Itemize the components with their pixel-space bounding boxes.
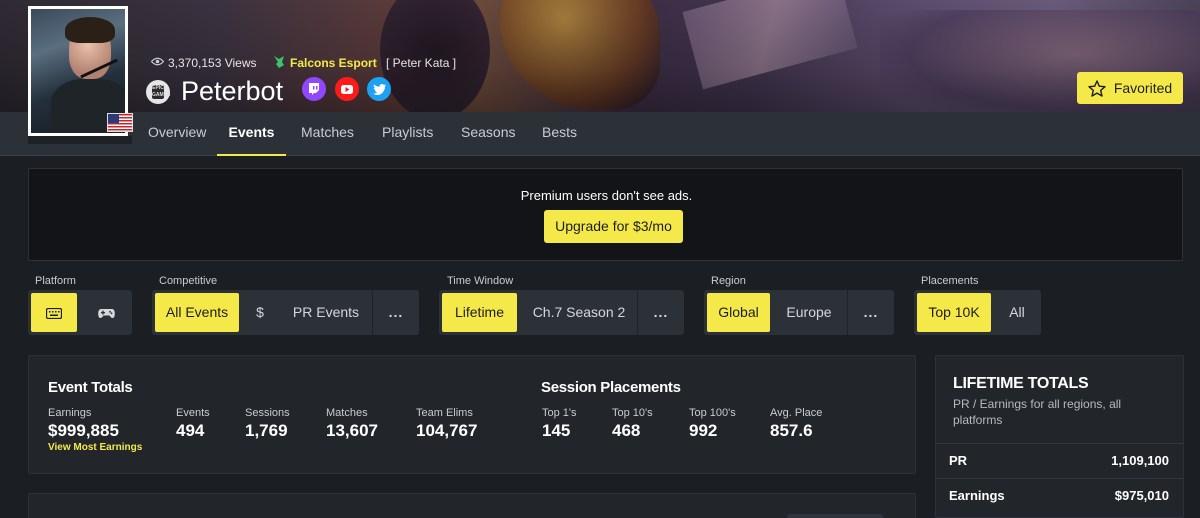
all-events-option[interactable]: All Events [155, 293, 239, 332]
keyboard-option[interactable] [31, 293, 77, 332]
top1-label: Top 1's [542, 407, 577, 419]
avg-place-value: 857.6 [770, 421, 813, 440]
team-link[interactable]: Falcons Esport [290, 55, 377, 71]
us-flag-icon [107, 113, 133, 132]
real-name: [ Peter Kata ] [386, 56, 457, 70]
tab-overview[interactable]: Overview [148, 112, 206, 156]
top100-value: 992 [689, 421, 718, 440]
earnings-value: $999,885 [48, 421, 119, 440]
controller-option[interactable] [83, 293, 129, 332]
favorite-label: Favorited [1113, 80, 1173, 96]
upgrade-button[interactable]: Upgrade for $3/mo [544, 210, 683, 243]
more-competitive-button[interactable]: ... [376, 293, 416, 332]
twitter-icon[interactable] [367, 77, 391, 101]
ad-banner: Premium users don't see ads. Upgrade for… [28, 168, 1183, 261]
event-stats-panel: Event Totals Earnings $999,885 View Most… [28, 355, 916, 474]
avg-place-label: Avg. Place [770, 407, 823, 419]
sessions-value: 1,769 [245, 421, 288, 440]
platform-filter-label: Platform [35, 275, 76, 287]
session-placements-title: Session Placements [541, 379, 681, 396]
eye-icon [151, 57, 164, 66]
all-placements-option[interactable]: All [998, 293, 1036, 332]
favorite-button[interactable]: Favorited [1077, 72, 1183, 104]
placements-filter: Top 10K All [914, 290, 1041, 335]
lifetime-row-pr: PR 1,109,100 [936, 443, 1183, 477]
events-value: 494 [176, 421, 205, 440]
event-totals-title: Event Totals [48, 379, 133, 396]
pr-value: 1,109,100 [1111, 453, 1169, 468]
competitive-filter-label: Competitive [159, 275, 218, 287]
epic-games-icon: EPIC GAMES [146, 80, 170, 104]
team-elims-value: 104,767 [416, 421, 478, 440]
twitch-icon[interactable] [302, 77, 326, 101]
season-option[interactable]: Ch.7 Season 2 [525, 293, 633, 332]
team-elims-label: Team Elims [416, 407, 473, 419]
falcons-logo-icon [274, 56, 284, 68]
events-label: Events [176, 407, 210, 419]
global-option[interactable]: Global [707, 293, 770, 332]
europe-option[interactable]: Europe [776, 293, 842, 332]
top10-label: Top 10's [612, 407, 653, 419]
view-count: 3,370,153 Views [168, 56, 257, 70]
tab-events[interactable]: Events [217, 112, 286, 156]
results-control[interactable] [787, 514, 883, 518]
competitive-filter: All Events $ PR Events ... [152, 290, 419, 335]
tab-seasons[interactable]: Seasons [461, 112, 515, 156]
region-filter-label: Region [711, 275, 746, 287]
time-window-filter: Lifetime Ch.7 Season 2 ... [439, 290, 684, 335]
tab-matches[interactable]: Matches [301, 112, 354, 156]
tab-bests[interactable]: Bests [542, 112, 577, 156]
lifetime-earnings-label: Earnings [949, 488, 1005, 503]
lifetime-row-earnings: Earnings $975,010 [936, 478, 1183, 512]
profile-nav: Overview Events Matches Playlists Season… [0, 112, 1200, 156]
view-most-earnings-link[interactable]: View Most Earnings [48, 442, 142, 453]
top-10k-option[interactable]: Top 10K [917, 293, 991, 332]
time-window-filter-label: Time Window [447, 275, 514, 287]
avatar-shadow [28, 136, 132, 144]
youtube-icon[interactable] [335, 77, 359, 101]
star-icon [1088, 79, 1106, 97]
platform-filter [28, 290, 132, 335]
sessions-label: Sessions [245, 407, 290, 419]
placements-filter-label: Placements [921, 275, 979, 287]
earnings-label: Earnings [48, 407, 92, 419]
ad-text: Premium users don't see ads. [520, 188, 693, 203]
lifetime-earnings-value: $975,010 [1114, 488, 1169, 503]
lifetime-totals-title: LIFETIME TOTALS [953, 375, 1089, 392]
pr-label: PR [949, 453, 968, 468]
tab-playlists[interactable]: Playlists [382, 112, 433, 156]
lifetime-totals-panel: LIFETIME TOTALS PR / Earnings for all re… [935, 355, 1184, 518]
more-region-button[interactable]: ... [851, 293, 891, 332]
more-time-button[interactable]: ... [641, 293, 681, 332]
top10-value: 468 [612, 421, 641, 440]
pr-events-option[interactable]: PR Events [282, 293, 370, 332]
event-results-panel [28, 493, 916, 518]
matches-value: 13,607 [326, 421, 378, 440]
dollar-option[interactable]: $ [248, 293, 272, 332]
lifetime-option[interactable]: Lifetime [442, 293, 517, 332]
keyboard-icon [45, 307, 63, 319]
top100-label: Top 100's [689, 407, 736, 419]
player-name: Peterbot [181, 76, 284, 106]
controller-icon [97, 308, 115, 318]
region-filter: Global Europe ... [704, 290, 894, 335]
matches-label: Matches [326, 407, 368, 419]
lifetime-totals-subtitle: PR / Earnings for all regions, all platf… [953, 397, 1122, 427]
top1-value: 145 [542, 421, 571, 440]
